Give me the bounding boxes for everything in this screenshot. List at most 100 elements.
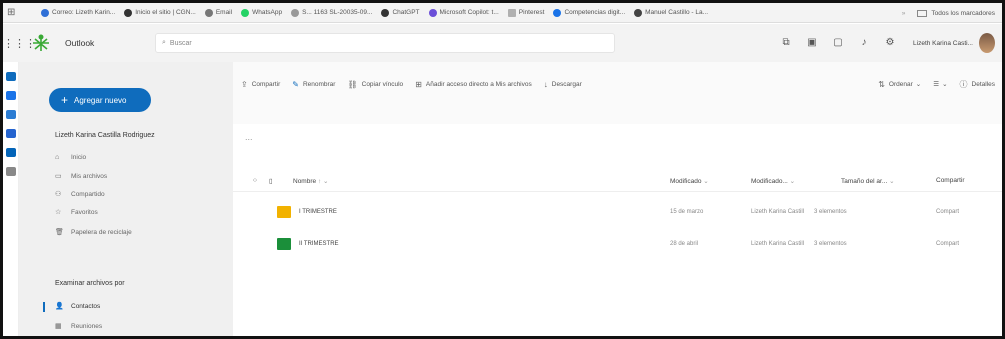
details-button[interactable]: ⓘ Detalles xyxy=(960,79,995,90)
nav-item-meetings[interactable]: ▦ Reuniones xyxy=(55,322,102,331)
more-bookmarks-button[interactable]: » xyxy=(902,10,906,17)
file-sharing[interactable]: Compart xyxy=(936,209,959,215)
column-name[interactable]: Nombre ↑ ⌄ xyxy=(293,177,328,185)
nav-item-label: Favoritos xyxy=(71,208,98,216)
bookmark-item[interactable]: ChatGPT xyxy=(381,8,420,17)
column-modified[interactable]: Modificado ⌄ xyxy=(670,177,709,185)
select-all-checkbox[interactable]: ○ xyxy=(253,177,257,184)
nav-item-recycle-bin[interactable]: 🗑 Papelera de reciclaje xyxy=(55,228,132,237)
nav-item-my-files[interactable]: ▭ Mis archivos xyxy=(55,172,108,181)
nav-item-favorites[interactable]: ☆ Favoritos xyxy=(55,208,98,217)
all-bookmarks-button[interactable]: Todos los marcadores xyxy=(931,10,995,17)
nav-item-contacts[interactable]: 👤 Contactos xyxy=(55,302,101,311)
bookmark-item[interactable]: Pinterest xyxy=(507,8,544,17)
bookmark-favicon-icon xyxy=(428,8,437,17)
star-icon: ☆ xyxy=(55,209,62,216)
bookmark-favicon-icon xyxy=(204,8,213,17)
file-sharing[interactable]: Compart xyxy=(936,241,959,247)
rename-icon: ✎ xyxy=(292,79,299,89)
bookmark-favicon-icon xyxy=(381,8,390,17)
nav-item-inicio[interactable]: ⌂ Inicio xyxy=(55,154,86,161)
file-size: 3 elementos xyxy=(814,241,847,247)
share-button[interactable]: ⇪ Compartir xyxy=(241,80,280,89)
search-input[interactable]: Buscar xyxy=(170,40,192,47)
sort-button[interactable]: ⇅ Ordenar ⌄ xyxy=(878,80,921,89)
bookmark-item[interactable]: Manuel Castillo - La... xyxy=(634,8,709,17)
bookmark-item[interactable]: Competencias digit... xyxy=(553,8,625,17)
bookmark-item[interactable]: S... 1163 SL-20035-09... xyxy=(291,8,373,17)
sort-icon: ⇅ xyxy=(878,79,885,89)
breadcrumb[interactable]: ... xyxy=(245,132,253,142)
bookmark-item[interactable]: Microsoft Copilot: t... xyxy=(428,8,499,17)
copy-link-button[interactable]: ⛓ Copiar vínculo xyxy=(347,80,403,89)
app-name[interactable]: Outlook xyxy=(65,38,155,48)
bell-icon[interactable]: ♪ xyxy=(857,36,871,50)
column-modified-by[interactable]: Modificado... ⌄ xyxy=(751,177,795,185)
bookmark-favicon-icon xyxy=(41,8,49,17)
bookmark-item[interactable]: WhatsApp xyxy=(241,8,283,17)
file-name[interactable]: II TRIMESTRE xyxy=(299,241,339,247)
search-box[interactable]: ⌕ Buscar xyxy=(155,33,615,53)
apps-grid-icon[interactable]: ⊞ xyxy=(7,7,21,18)
bookmark-favicon-icon xyxy=(124,8,133,17)
bookmark-item[interactable]: Correo: Lizeth Karin... xyxy=(41,8,115,17)
chevron-down-icon: ⌄ xyxy=(942,81,948,88)
chevron-down-icon: ⌄ xyxy=(915,81,922,88)
user-name[interactable]: Lizeth Karina Casti... xyxy=(913,40,973,47)
bookmark-label: Manuel Castillo - La... xyxy=(645,9,709,16)
nav-item-shared[interactable]: ⚇ Compartido xyxy=(55,190,105,199)
nav-item-label: Compartido xyxy=(71,190,105,198)
onedrive-app-icon[interactable] xyxy=(6,148,16,157)
view-button[interactable]: ☰ ⌄ xyxy=(933,80,947,88)
file-modified: 15 de marzo xyxy=(670,209,704,215)
search-icon: ⌕ xyxy=(162,39,166,46)
add-shortcut-button[interactable]: ⊞ Añadir acceso directo a Mis archivos xyxy=(415,80,532,89)
outlook-app-icon[interactable] xyxy=(6,72,16,81)
avatar[interactable] xyxy=(979,33,995,53)
rename-button[interactable]: ✎ Renombrar xyxy=(292,80,335,89)
column-name-label: Nombre xyxy=(293,178,317,185)
column-sharing-label: Compartir xyxy=(936,177,965,184)
app-launcher-icon[interactable]: ⋮⋮⋮ xyxy=(3,37,36,50)
bookmark-label: S... 1163 SL-20035-09... xyxy=(302,9,373,16)
bookmark-label: Microsoft Copilot: t... xyxy=(439,9,499,16)
home-icon: ⌂ xyxy=(55,154,60,161)
bookmark-item[interactable]: Email xyxy=(204,8,232,17)
file-type-icon[interactable]: ▯ xyxy=(269,177,273,185)
shared-icon: ⚇ xyxy=(55,191,62,198)
file-name[interactable]: I TRIMESTRE xyxy=(299,209,337,215)
office-icon[interactable]: ▣ xyxy=(805,36,819,50)
bookmark-favicon-icon xyxy=(291,8,300,17)
feedback-icon[interactable]: ▢ xyxy=(831,36,845,50)
column-sharing[interactable]: Compartir xyxy=(936,177,965,184)
details-label: Detalles xyxy=(971,80,995,88)
bookmark-favicon-icon xyxy=(553,8,562,17)
app-window: ⊞ Correo: Lizeth Karin... Inicio el siti… xyxy=(0,0,1005,339)
more-apps-icon[interactable] xyxy=(6,167,16,176)
table-row[interactable]: II TRIMESTRE 28 de abril Lizeth Karina C… xyxy=(233,232,1002,258)
calendar-app-icon[interactable] xyxy=(6,91,16,100)
person-icon: 👤 xyxy=(55,303,64,310)
nav-item-label: Contactos xyxy=(71,302,101,310)
nav-item-label: Mis archivos xyxy=(71,172,108,180)
folder-icon xyxy=(277,238,291,250)
nav-item-label: Inicio xyxy=(71,154,87,161)
gear-icon[interactable]: ⚙ xyxy=(883,36,897,50)
people-app-icon[interactable] xyxy=(6,110,16,119)
add-new-button[interactable]: + Agregar nuevo xyxy=(49,88,151,112)
share-icon: ⇪ xyxy=(241,79,248,89)
column-size[interactable]: Tamaño del ar... ⌄ xyxy=(841,177,895,185)
teams-icon[interactable]: ⧉ xyxy=(779,36,793,50)
shortcut-icon: ⊞ xyxy=(415,79,422,89)
plus-icon: + xyxy=(61,93,69,107)
bookmark-favicon-icon xyxy=(634,8,643,17)
column-modified-by-label: Modificado... xyxy=(751,178,788,185)
bookmark-favicon-icon xyxy=(241,8,250,17)
download-button[interactable]: ↓ Descargar xyxy=(544,80,582,89)
bookmark-label: WhatsApp xyxy=(252,9,283,16)
todo-app-icon[interactable] xyxy=(6,129,16,138)
bookmark-item[interactable]: Inicio el sitio | CGN... xyxy=(124,8,196,17)
trash-icon: 🗑 xyxy=(55,229,64,236)
view-list-icon: ☰ xyxy=(933,81,940,88)
table-row[interactable]: I TRIMESTRE 15 de marzo Lizeth Karina Ca… xyxy=(233,200,1002,226)
